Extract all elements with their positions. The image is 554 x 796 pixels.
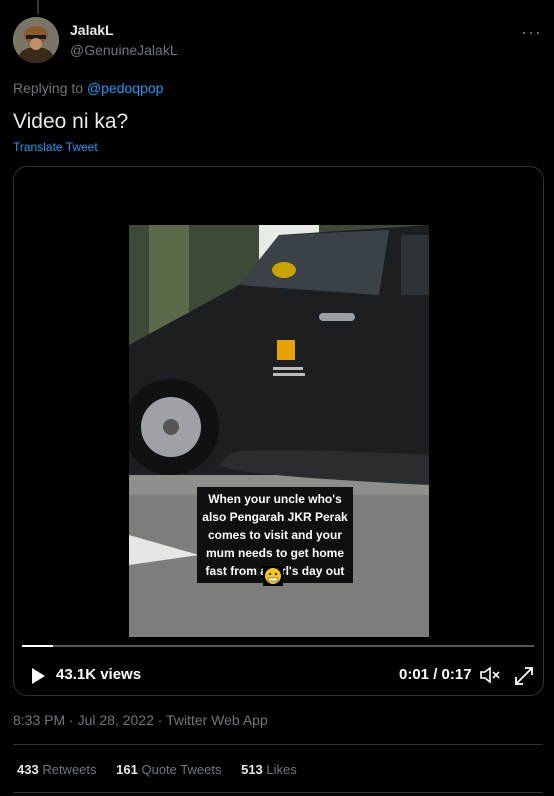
thread-connector-line [37, 0, 39, 14]
avatar[interactable] [13, 17, 59, 63]
retweets-count: 433 [17, 762, 39, 777]
video-frame[interactable]: When your uncle who's also Pengarah JKR … [129, 225, 429, 637]
video-player[interactable]: When your uncle who's also Pengarah JKR … [13, 166, 544, 696]
video-progress-bar[interactable] [22, 645, 534, 647]
video-time: 0:01 / 0:17 [399, 666, 472, 683]
video-progress-fill [22, 645, 53, 647]
play-icon[interactable] [30, 667, 46, 690]
likes-stat[interactable]: 513 Likes [241, 762, 297, 777]
grimacing-emoji-icon [263, 566, 283, 586]
divider [13, 792, 543, 793]
likes-count: 513 [241, 762, 263, 777]
retweets-stat[interactable]: 433 Retweets [17, 762, 100, 777]
view-count: 43.1K views [56, 666, 142, 683]
quote-tweets-count: 161 [116, 762, 138, 777]
more-options-icon[interactable]: ··· [521, 22, 542, 43]
replying-to: Replying to @pedoqpop [13, 80, 163, 96]
avatar-image-icon [13, 17, 59, 63]
quote-tweets-stat[interactable]: 161 Quote Tweets [116, 762, 225, 777]
tweet-text: Video ni ka? [13, 110, 129, 133]
display-name[interactable]: JalakL [70, 22, 114, 38]
replying-prefix: Replying to [13, 80, 84, 96]
retweets-label: Retweets [42, 762, 97, 777]
quote-tweets-label: Quote Tweets [141, 762, 222, 777]
replying-to-link[interactable]: @pedoqpop [87, 80, 164, 96]
translate-tweet-link[interactable]: Translate Tweet [13, 140, 98, 154]
tweet-timestamp[interactable]: 8:33 PM · Jul 28, 2022 · Twitter Web App [13, 712, 268, 728]
volume-icon[interactable] [479, 665, 501, 690]
tweet-stats: 433 Retweets 161 Quote Tweets 513 Likes [17, 762, 313, 777]
fullscreen-icon[interactable] [513, 665, 535, 692]
divider [13, 744, 543, 745]
user-handle[interactable]: @GenuineJalakL [70, 42, 178, 58]
likes-label: Likes [266, 762, 297, 777]
